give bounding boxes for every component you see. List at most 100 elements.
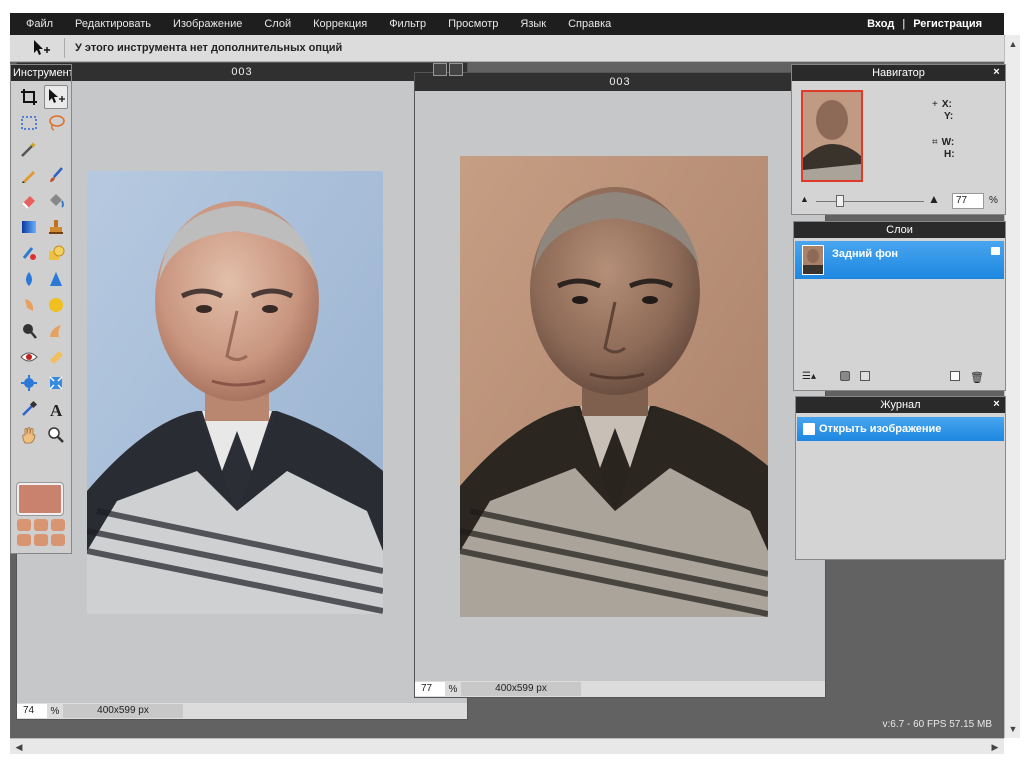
document-status-bar: 77 % 400x599 px bbox=[415, 681, 825, 697]
redeye-icon[interactable] bbox=[17, 345, 41, 369]
document-window-left[interactable]: 003 74 % 400x599 px bbox=[16, 62, 468, 720]
navigator-zoom-slider[interactable]: ▲ ▲ bbox=[800, 192, 945, 207]
close-icon[interactable] bbox=[449, 63, 463, 76]
swatch-cell[interactable] bbox=[34, 519, 48, 531]
menu-filter[interactable]: Фильтр bbox=[378, 18, 437, 30]
navigator-thumbnail[interactable] bbox=[801, 90, 863, 182]
login-link[interactable]: Вход bbox=[867, 18, 894, 30]
menu-language[interactable]: Язык bbox=[509, 18, 557, 30]
zoom-icon[interactable] bbox=[44, 423, 68, 447]
layer-options-icon[interactable]: ☰▴ bbox=[802, 371, 816, 382]
options-separator bbox=[64, 38, 65, 58]
image-size-label: 400x599 px bbox=[63, 704, 183, 718]
layer-effects-icon[interactable] bbox=[860, 371, 870, 381]
tool-grid: A bbox=[15, 85, 69, 447]
sharpen-icon[interactable] bbox=[44, 267, 68, 291]
version-info: v:6.7 - 60 FPS 57.15 MB bbox=[882, 719, 993, 730]
smudge-icon[interactable] bbox=[17, 293, 41, 317]
document-title-text: 003 bbox=[231, 66, 253, 78]
history-title: Журнал × bbox=[796, 397, 1005, 413]
svg-text:A: A bbox=[50, 401, 63, 418]
brush-icon[interactable] bbox=[44, 163, 68, 187]
history-row[interactable]: Открыть изображение bbox=[797, 417, 1004, 441]
pinch-icon[interactable] bbox=[44, 371, 68, 395]
menu-image[interactable]: Изображение bbox=[162, 18, 253, 30]
zoom-input[interactable]: 77 bbox=[415, 682, 445, 696]
canvas-area[interactable] bbox=[17, 81, 467, 703]
burn-icon[interactable] bbox=[44, 319, 68, 343]
scroll-right-icon[interactable]: ▶ bbox=[988, 741, 1002, 753]
bloat-icon[interactable] bbox=[17, 371, 41, 395]
layer-thumbnail bbox=[802, 245, 824, 275]
eraser-icon[interactable] bbox=[17, 189, 41, 213]
zoom-in-icon[interactable]: ▲ bbox=[928, 192, 940, 206]
menu-help[interactable]: Справка bbox=[557, 18, 622, 30]
menu-adjustment[interactable]: Коррекция bbox=[302, 18, 378, 30]
picker-icon[interactable] bbox=[17, 397, 41, 421]
swatch-cell[interactable] bbox=[51, 534, 65, 546]
zoom-out-icon[interactable]: ▲ bbox=[800, 194, 809, 204]
foreground-color-swatch[interactable] bbox=[16, 482, 64, 516]
swatch-cell[interactable] bbox=[51, 519, 65, 531]
wand-icon[interactable] bbox=[17, 137, 41, 161]
menu-view[interactable]: Просмотр bbox=[437, 18, 509, 30]
menu-edit[interactable]: Редактировать bbox=[64, 18, 162, 30]
maximize-icon[interactable] bbox=[433, 63, 447, 76]
marquee-icon[interactable] bbox=[17, 111, 41, 135]
sponge-icon[interactable] bbox=[44, 293, 68, 317]
layers-panel: Слои Задний фон ☰▴ 🗑 bbox=[793, 221, 1006, 391]
photo-edited[interactable] bbox=[460, 156, 768, 617]
canvas-area[interactable] bbox=[415, 91, 825, 681]
close-icon[interactable]: × bbox=[991, 399, 1002, 410]
lasso-icon[interactable] bbox=[44, 111, 68, 135]
menu-layer[interactable]: Слой bbox=[253, 18, 302, 30]
scroll-left-icon[interactable]: ◀ bbox=[12, 741, 26, 753]
zoom-percent-label: % bbox=[448, 683, 458, 695]
auth-separator: | bbox=[902, 18, 906, 30]
delete-layer-icon[interactable]: 🗑 bbox=[970, 371, 984, 384]
crop-icon[interactable] bbox=[17, 85, 41, 109]
scroll-up-icon[interactable]: ▲ bbox=[1007, 37, 1019, 51]
stamp-icon[interactable] bbox=[44, 215, 68, 239]
history-item-label: Открыть изображение bbox=[819, 423, 942, 435]
dodge-icon[interactable] bbox=[17, 319, 41, 343]
zoom-input[interactable]: 74 bbox=[17, 704, 47, 718]
navigator-zoom-input[interactable]: 77 bbox=[952, 193, 984, 209]
scroll-down-icon[interactable]: ▼ bbox=[1007, 722, 1019, 736]
size-icon: ⌗ bbox=[932, 137, 938, 148]
swatch-cell[interactable] bbox=[17, 534, 31, 546]
options-bar: У этого инструмента нет дополнительных о… bbox=[10, 35, 1004, 62]
shape-icon[interactable] bbox=[44, 241, 68, 265]
hand-icon[interactable] bbox=[17, 423, 41, 447]
document-title-text: 003 bbox=[609, 76, 631, 88]
window-controls bbox=[433, 63, 463, 76]
swatch-cell[interactable] bbox=[17, 519, 31, 531]
blur-icon[interactable] bbox=[17, 267, 41, 291]
spotheal-icon[interactable] bbox=[44, 345, 68, 369]
empty-slot bbox=[44, 137, 68, 161]
slider-handle[interactable] bbox=[836, 195, 844, 207]
colorreplace-icon[interactable] bbox=[17, 241, 41, 265]
close-icon[interactable]: × bbox=[991, 67, 1002, 78]
layer-row[interactable]: Задний фон bbox=[795, 241, 1004, 279]
pencil-icon[interactable] bbox=[17, 163, 41, 187]
layer-mask-icon[interactable] bbox=[840, 371, 850, 381]
bucket-icon[interactable] bbox=[44, 189, 68, 213]
document-status-bar: 74 % 400x599 px bbox=[17, 703, 467, 719]
document-title: 003 bbox=[17, 63, 467, 81]
register-link[interactable]: Регистрация bbox=[913, 18, 982, 30]
document-window-right[interactable]: 003 77 % 400x599 px bbox=[414, 63, 826, 698]
layer-name: Задний фон bbox=[832, 248, 899, 260]
photo-original[interactable] bbox=[87, 171, 383, 614]
horizontal-scrollbar[interactable]: ◀ ▶ bbox=[10, 738, 1004, 754]
swatch-cell[interactable] bbox=[34, 534, 48, 546]
type-icon[interactable]: A bbox=[44, 397, 68, 421]
new-layer-icon[interactable] bbox=[950, 371, 960, 381]
auth-links: Вход | Регистрация bbox=[867, 13, 982, 35]
navigator-coords: + X: Y: ⌗ W: H: bbox=[932, 99, 955, 161]
gradient-icon[interactable] bbox=[17, 215, 41, 239]
vertical-scrollbar[interactable]: ▲ ▼ bbox=[1004, 35, 1020, 738]
move-tool-icon[interactable] bbox=[43, 85, 68, 109]
navigator-title-text: Навигатор bbox=[872, 67, 925, 79]
menu-file[interactable]: Файл bbox=[10, 18, 64, 30]
